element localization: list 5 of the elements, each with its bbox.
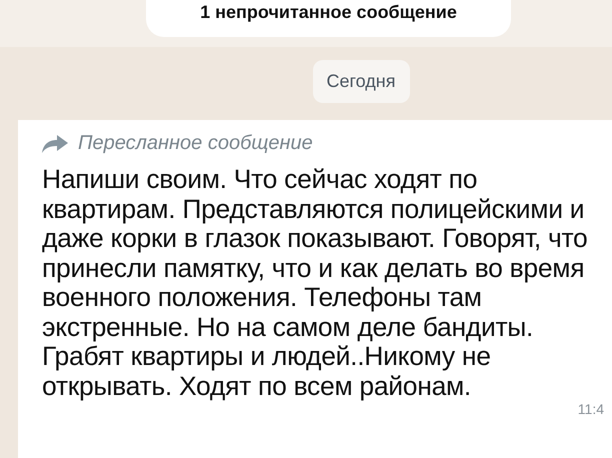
message-text: Напиши своим. Что сейчас ходят по квартирам. Представляются полицейскими и даже корки в глазок показывают. Говорят, что принесли памятку, что и как делать во время военного положения. Телефоны там экстренные. Но на самом деле бандиты. Грабят квартиры и людей..Никому не открывать. Ходят по всем районам. [42,165,589,401]
forwarded-label: Пересланное сообщение [78,132,313,155]
unread-banner: 1 непрочитанное сообщение [146,0,511,37]
message-time: 11:4 [578,401,604,417]
forward-arrow-icon [42,134,68,152]
